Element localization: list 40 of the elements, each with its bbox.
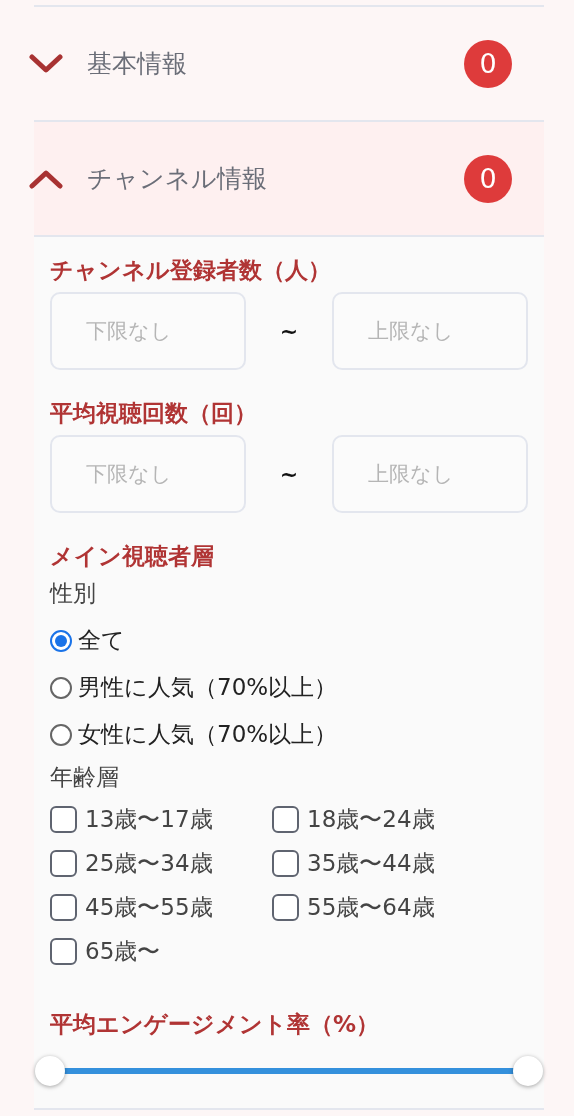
checkbox[interactable] (50, 893, 77, 921)
max-input-field[interactable]: 上限なし (332, 292, 528, 370)
option-label: 女性に人気（70%以上） (78, 720, 338, 749)
group-label: 性別 (50, 579, 97, 608)
min-input-field[interactable]: 下限なし (50, 292, 246, 370)
checkbox[interactable] (50, 805, 77, 833)
option-label: 45歳〜55歳 (85, 892, 213, 922)
slider-thumb[interactable] (513, 1056, 543, 1086)
range-separator: ~ (278, 461, 300, 487)
count-badge: 0 (464, 154, 512, 203)
section-title: 基本情報 (87, 48, 188, 80)
checkbox[interactable] (272, 849, 299, 877)
checkbox[interactable] (272, 805, 299, 833)
option-label: 55歳〜64歳 (307, 892, 435, 922)
chevron-down-icon (29, 53, 63, 74)
slider-thumb[interactable] (35, 1056, 65, 1086)
radio-button[interactable] (50, 723, 72, 746)
option-label: 25歳〜34歳 (85, 848, 213, 878)
count-badge: 0 (464, 39, 512, 88)
max-input-field[interactable]: 上限なし (332, 435, 528, 513)
option-label: 65歳〜 (85, 936, 161, 966)
checkbox[interactable] (272, 893, 299, 921)
group-label: 年齢層 (50, 763, 120, 792)
option-label: 全て (78, 626, 125, 655)
radio-button[interactable] (50, 676, 72, 699)
radio-button[interactable] (50, 629, 72, 652)
section-title: チャンネル情報 (87, 163, 268, 195)
field-label: 平均視聴回数（回） (50, 399, 258, 428)
option-label: 男性に人気（70%以上） (78, 673, 338, 702)
option-label: 13歳〜17歳 (85, 804, 213, 834)
field-label: 平均エンゲージメント率（%） (50, 1010, 381, 1039)
field-label: メイン視聴者層 (50, 542, 215, 571)
option-label: 35歳〜44歳 (307, 848, 435, 878)
checkbox[interactable] (50, 849, 77, 877)
min-input-field[interactable]: 下限なし (50, 435, 246, 513)
field-label: チャンネル登録者数（人） (50, 256, 332, 285)
checkbox[interactable] (50, 937, 77, 965)
option-label: 18歳〜24歳 (307, 804, 435, 834)
chevron-up-icon (29, 168, 63, 189)
range-separator: ~ (278, 318, 300, 344)
